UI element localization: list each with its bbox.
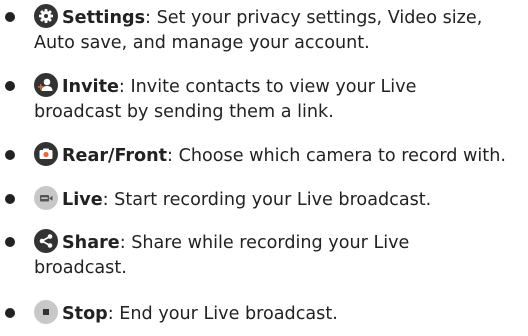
list-item-text: Share: Share while recording your Live b… [34, 229, 514, 281]
term-label: Invite [62, 77, 119, 97]
share-icon [34, 229, 58, 253]
description-line-2: Auto save, and manage your account. [34, 33, 370, 53]
term-label: Settings [62, 8, 146, 28]
list-item-text: Stop: End your Live broadcast. [34, 300, 514, 327]
gear-icon [34, 4, 58, 28]
description-line-2: broadcast. [34, 258, 127, 278]
list-item-text: Rear/Front: Choose which camera to recor… [34, 142, 514, 169]
bullet-icon [5, 12, 15, 22]
bullet-icon [5, 81, 15, 91]
description-line-1: : Share while recording your Live [119, 233, 410, 253]
feature-list: Settings: Set your privacy settings, Vid… [0, 0, 528, 336]
term-label: Share [62, 233, 120, 253]
live-video-icon [34, 186, 58, 210]
description-line-1: : Start recording your Live broadcast. [102, 190, 432, 210]
description-line-1: : Choose which camera to record with. [167, 146, 506, 166]
description-line-1: : Invite contacts to view your Live [118, 77, 417, 97]
list-item-text: Invite: Invite contacts to view your Liv… [34, 73, 514, 125]
stop-icon [34, 300, 58, 324]
invite-person-icon [34, 73, 58, 97]
list-item-text: Live: Start recording your Live broadcas… [34, 186, 514, 213]
bullet-icon [5, 237, 15, 247]
list-item-text: Settings: Set your privacy settings, Vid… [34, 4, 514, 56]
description-line-2: broadcast by sending them a link. [34, 102, 334, 122]
switch-camera-icon [34, 142, 58, 166]
description-line-1: : End your Live broadcast. [107, 304, 338, 324]
bullet-icon [5, 150, 15, 160]
bullet-icon [5, 194, 15, 204]
bullet-icon [5, 308, 15, 318]
term-label: Stop [62, 304, 108, 324]
term-label: Rear/Front [62, 146, 168, 166]
term-label: Live [62, 190, 103, 210]
description-line-1: : Set your privacy settings, Video size, [145, 8, 483, 28]
